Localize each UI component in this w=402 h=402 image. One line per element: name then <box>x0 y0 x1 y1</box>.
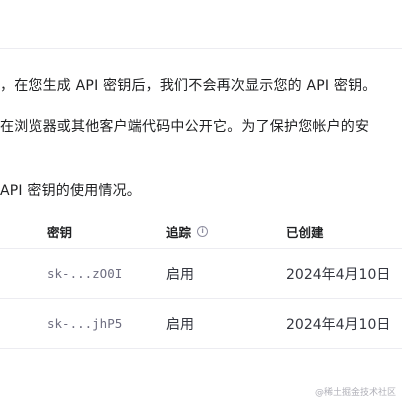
column-header-created: 已创建 <box>286 224 324 240</box>
table-header-row: 密钥 追踪 i 已创建 <box>0 214 402 249</box>
tracking-status: 启用 <box>166 316 194 333</box>
tracking-status: 启用 <box>166 266 194 283</box>
column-header-tracking: 追踪 i <box>166 214 209 248</box>
header-divider <box>0 48 402 49</box>
column-header-tracking-label: 追踪 <box>166 224 192 240</box>
api-keys-page: ，在您生成 API 密钥后，我们不会再次显示您的 API 密钥。 在浏览器或其他… <box>0 0 402 402</box>
info-icon[interactable]: i <box>197 225 209 237</box>
created-date: 2024年4月10日 <box>286 316 391 333</box>
intro-text-line-3: API 密钥的使用情况。 <box>0 183 141 199</box>
intro-text-line-1: ，在您生成 API 密钥后，我们不会再次显示您的 API 密钥。 <box>0 78 377 94</box>
secret-key-value: sk-...zO0I <box>47 266 123 281</box>
api-keys-table: 密钥 追踪 i 已创建 sk-...zO0I 启用 2024年4月10日 sk-… <box>0 214 402 349</box>
column-header-key: 密钥 <box>47 224 73 240</box>
secret-key-value: sk-...jhP5 <box>47 316 123 331</box>
intro-text-line-2: 在浏览器或其他客户端代码中公开它。为了保护您帐户的安 <box>0 119 370 135</box>
created-date: 2024年4月10日 <box>286 266 391 283</box>
watermark: @稀土掘金技术社区 <box>314 388 396 398</box>
table-row: sk-...zO0I 启用 2024年4月10日 <box>0 249 402 299</box>
table-row: sk-...jhP5 启用 2024年4月10日 <box>0 299 402 349</box>
